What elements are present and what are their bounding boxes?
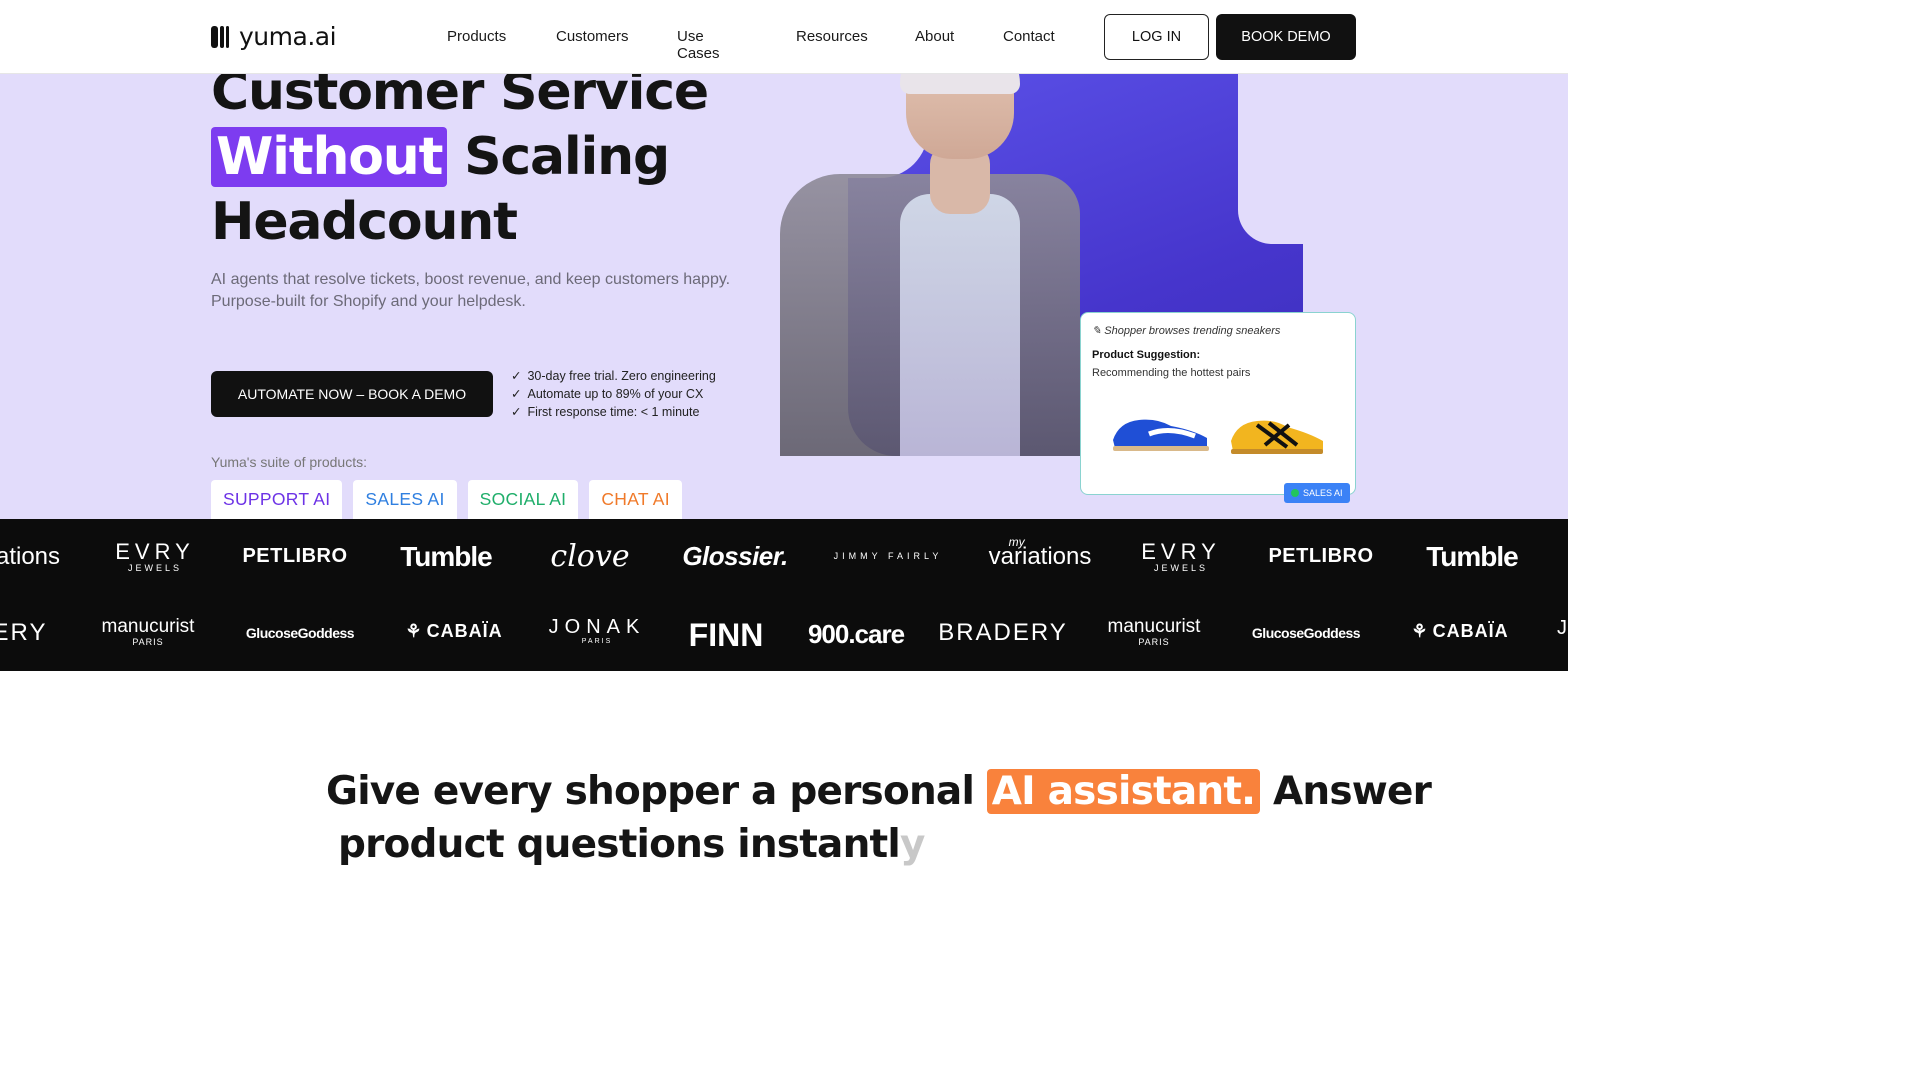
- logo-row-2: ERY manucurist PARIS GlucoseGoddess ⚘ CABA…: [0, 617, 1568, 657]
- headline-line-1: Customer Service: [211, 74, 709, 122]
- hero-headline: Customer Service Without Scaling Headcou…: [211, 74, 709, 255]
- logo-evry: EVRY JEWELS: [1141, 539, 1221, 574]
- nav-use-cases[interactable]: Use Cases: [677, 28, 720, 62]
- product-pill-social[interactable]: SOCIAL AI: [467, 480, 579, 519]
- site-header: yuma.ai Products Customers Use Cases Res…: [0, 0, 1568, 74]
- check-icon: ✓: [511, 369, 522, 383]
- logo-petlibro: PETLIBRO: [242, 545, 348, 567]
- nav-contact[interactable]: Contact: [1003, 28, 1055, 45]
- product-suggestion-card: ✎ Shopper browses trending sneakers Prod…: [1080, 312, 1356, 503]
- logo-row-1: ations EVRY JEWELS PETLIBRO Tumble clove …: [0, 535, 1568, 581]
- card-subtitle: Recommending the hottest pairs: [1092, 367, 1251, 379]
- logo-tumble: Tumble: [1426, 541, 1518, 572]
- logo-my-variations: my variations: [988, 535, 1092, 570]
- hero-section: Customer Service Without Scaling Headcou…: [0, 74, 1568, 519]
- customer-logo-marquee: ations EVRY JEWELS PETLIBRO Tumble clove …: [0, 519, 1568, 671]
- logo-clove: clove: [550, 539, 630, 574]
- logo-manucurist: manucurist PARIS: [101, 616, 195, 648]
- assistant-line-2: product questions instantly: [338, 822, 925, 867]
- logo-jonak: JONAK PARIS: [548, 616, 646, 645]
- logo-900care: 900.care: [807, 619, 905, 649]
- hero-visual: ✎ Shopper browses trending sneakers Prod…: [780, 74, 1356, 519]
- logo-finn: FINN: [688, 617, 764, 653]
- product-pills: SUPPORT AI SALES AI SOCIAL AI CHAT AI: [211, 480, 682, 519]
- headline-line-2: Without Scaling: [211, 125, 708, 190]
- feature-checklist: ✓ 30-day free trial. Zero engineering ✓ Au…: [511, 367, 716, 421]
- logo-cabaia: ⚘ CABAÏA: [1411, 621, 1509, 641]
- logo-cabaia: ⚘ CABAÏA: [405, 621, 503, 641]
- assistant-section: Give every shopper a personal AI assista…: [0, 671, 1568, 882]
- cabaia-tree-icon: ⚘: [1411, 621, 1429, 641]
- yuma-logo-icon: [211, 25, 231, 48]
- logo-glossier: Glossier.: [682, 541, 788, 571]
- brand-logo[interactable]: yuma.ai: [211, 22, 337, 51]
- logo-jimmy-fairly: JIMMY FAIRLY: [833, 551, 943, 561]
- check-item: ✓ 30-day free trial. Zero engineering: [511, 369, 716, 383]
- check-icon: ✓: [511, 387, 522, 401]
- product-pill-support[interactable]: SUPPORT AI: [211, 480, 343, 519]
- book-demo-button[interactable]: BOOK DEMO: [1216, 14, 1356, 60]
- sales-ai-badge: SALES AI: [1284, 483, 1350, 503]
- check-item: ✓ Automate up to 89% of your CX: [511, 387, 704, 401]
- logo-jonak-partial: J: [1557, 617, 1568, 639]
- headline-line-3: Headcount: [211, 192, 518, 252]
- nav-about[interactable]: About: [915, 28, 954, 45]
- card-event: ✎ Shopper browses trending sneakers: [1092, 325, 1281, 337]
- logo-bradery: BRADERY: [938, 619, 1068, 646]
- nav-resources[interactable]: Resources: [796, 28, 868, 45]
- blue-sneaker-image: [1113, 419, 1209, 451]
- logo-petlibro: PETLIBRO: [1268, 545, 1374, 567]
- product-pill-sales[interactable]: SALES AI: [353, 480, 457, 519]
- hero-subtext: AI agents that resolve tickets, boost re…: [211, 269, 730, 313]
- logo-manucurist: manucurist PARIS: [1107, 616, 1201, 648]
- hero-person-image: [780, 74, 1110, 456]
- headline-line-2-rest: Scaling: [447, 127, 670, 187]
- suite-label: Yuma's suite of products:: [211, 454, 367, 470]
- check-item: ✓ First response time: < 1 minute: [511, 405, 700, 419]
- login-button[interactable]: LOG IN: [1104, 14, 1209, 60]
- subtext-line-2: Purpose-built for Shopify and your helpd…: [211, 293, 526, 310]
- headline-highlight: Without: [211, 127, 448, 187]
- logo-evry: EVRY JEWELS: [115, 539, 195, 574]
- product-pill-chat[interactable]: CHAT AI: [589, 480, 682, 519]
- card-title: Product Suggestion:: [1092, 349, 1201, 361]
- assistant-headline: Give every shopper a personal AI assista…: [326, 765, 1432, 871]
- assistant-line-1: Give every shopper a personal AI assista…: [326, 769, 1432, 814]
- logo-bradery: ERY: [0, 619, 48, 646]
- subtext-line-1: AI agents that resolve tickets, boost re…: [211, 271, 731, 288]
- brand-name: yuma.ai: [239, 22, 337, 51]
- nav-customers[interactable]: Customers: [556, 28, 629, 45]
- logo-glucose-goddess: GlucoseGoddess: [245, 625, 355, 641]
- check-icon: ✓: [511, 405, 522, 419]
- automate-cta-button[interactable]: AUTOMATE NOW – BOOK A DEMO: [211, 371, 493, 417]
- nav-products[interactable]: Products: [447, 28, 506, 45]
- assistant-highlight: AI assistant.: [986, 769, 1261, 814]
- logo-glucose-goddess: GlucoseGoddess: [1251, 625, 1361, 641]
- cabaia-tree-icon: ⚘: [405, 621, 423, 641]
- check-circle-icon: [1291, 489, 1299, 497]
- yellow-sneaker-image: [1231, 420, 1323, 454]
- logo-tumble: Tumble: [400, 541, 492, 572]
- logo-variations: ations: [0, 543, 61, 570]
